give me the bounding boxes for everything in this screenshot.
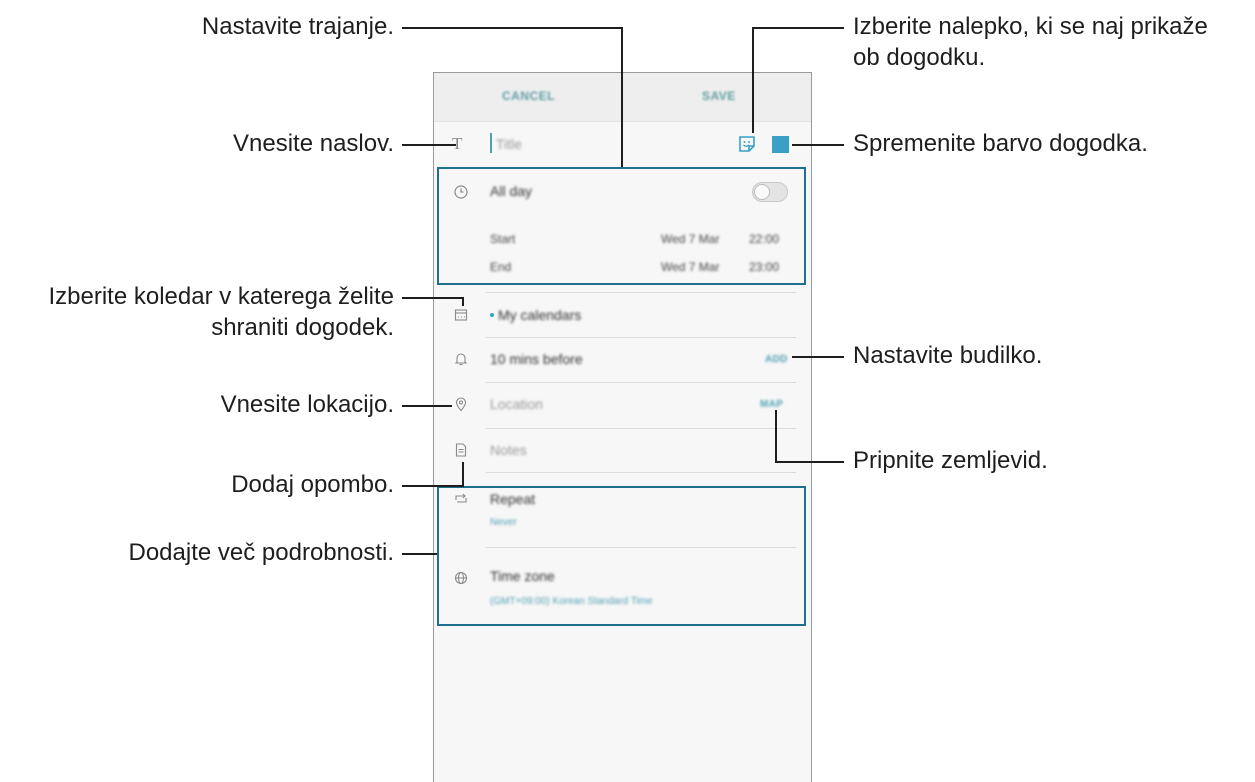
annotation-map: Pripnite zemljevid. [853, 447, 1048, 474]
save-button[interactable]: SAVE [702, 89, 736, 103]
annotation-color: Spremenite barvo dogodka. [853, 130, 1148, 157]
leader-line [792, 144, 844, 146]
annotation-alarm: Nastavite budilko. [853, 342, 1043, 369]
divider [486, 428, 796, 429]
title-input[interactable]: Title [496, 136, 522, 152]
location-pin-icon [455, 397, 467, 412]
map-button[interactable]: MAP [760, 399, 783, 410]
text-icon: T [452, 134, 463, 153]
calendar-select[interactable]: My calendars [498, 307, 581, 323]
annotation-sticker-line1: Izberite nalepko, ki se naj prikaže [853, 13, 1208, 40]
event-color-swatch[interactable] [772, 136, 789, 153]
divider [486, 382, 796, 383]
leader-line [462, 297, 464, 306]
leader-line [402, 144, 456, 146]
leader-line [775, 461, 844, 463]
reminder-value[interactable]: 10 mins before [490, 351, 583, 367]
leader-line [621, 27, 623, 167]
annotation-sticker-line2: ob dogodku. [853, 44, 986, 71]
annotation-location: Vnesite lokacijo. [220, 391, 394, 418]
bell-icon [454, 353, 468, 366]
leader-line [402, 485, 464, 487]
divider [486, 292, 796, 293]
text-cursor [490, 133, 492, 153]
leader-line [792, 356, 844, 358]
leader-line [752, 27, 844, 29]
calendar-icon [454, 309, 468, 321]
leader-line [402, 27, 622, 29]
calendar-color-dot [490, 313, 494, 317]
notes-icon [455, 443, 467, 457]
sticker-icon[interactable] [737, 134, 757, 154]
details-highlight-box [437, 486, 806, 626]
annotation-calendar-line1: Izberite koledar v katerega želite [48, 283, 394, 310]
notes-input[interactable]: Notes [490, 442, 527, 458]
leader-line [752, 27, 754, 133]
annotation-details: Dodajte več podrobnosti. [128, 539, 395, 566]
add-reminder-button[interactable]: ADD [765, 354, 788, 365]
leader-line [775, 410, 777, 462]
leader-line [402, 297, 464, 299]
leader-line [462, 462, 464, 487]
annotation-note: Dodaj opombo. [231, 471, 394, 498]
annotation-calendar-line2: shraniti dogodek. [211, 314, 394, 341]
duration-highlight-box [437, 167, 806, 285]
cancel-button[interactable]: CANCEL [502, 89, 555, 103]
location-input[interactable]: Location [490, 396, 543, 412]
divider [486, 472, 796, 473]
annotation-duration: Nastavite trajanje. [201, 13, 394, 40]
leader-line [402, 405, 452, 407]
leader-line [402, 553, 437, 555]
annotation-title: Vnesite naslov. [233, 130, 394, 157]
divider [486, 337, 796, 338]
